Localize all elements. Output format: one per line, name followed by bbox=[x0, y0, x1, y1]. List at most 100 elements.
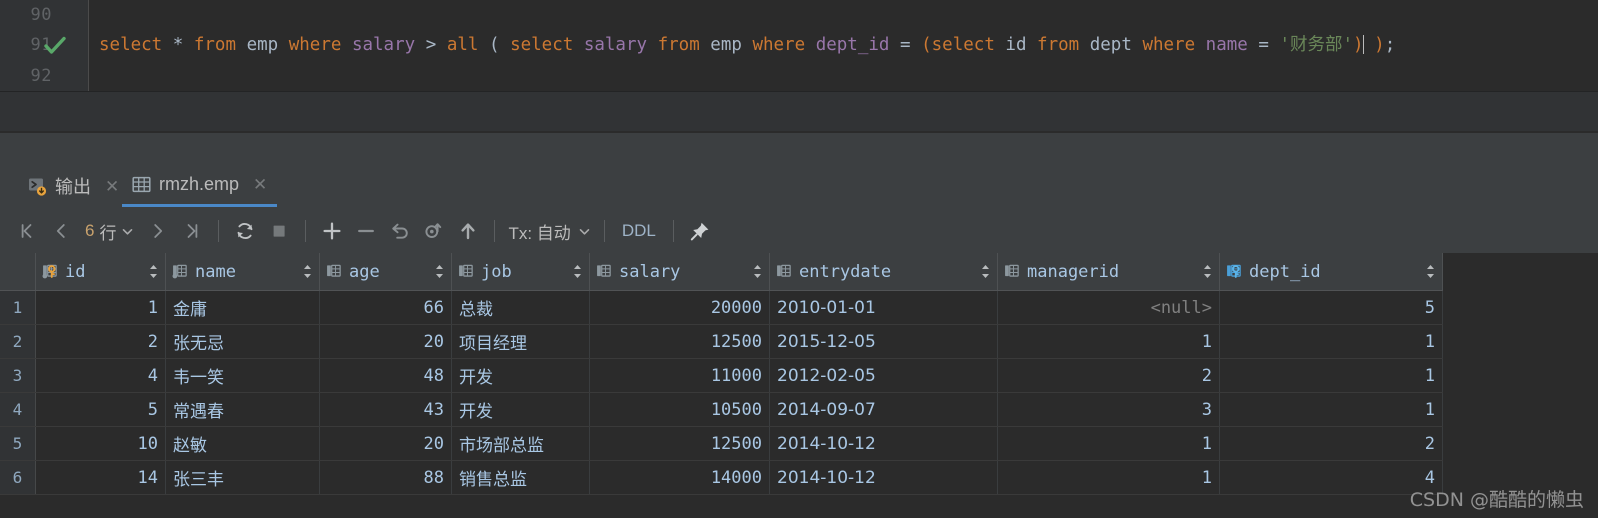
column-header-age[interactable]: age bbox=[320, 253, 452, 290]
first-page-button[interactable] bbox=[10, 214, 44, 248]
submit-button[interactable] bbox=[451, 214, 485, 248]
table-row[interactable]: 6 14 张三丰 88 销售总监 14000 2014-10-12 1 4 bbox=[0, 461, 1443, 495]
cell-job[interactable]: 销售总监 bbox=[452, 461, 590, 494]
cell-salary[interactable]: 10500 bbox=[590, 393, 770, 426]
cell-age[interactable]: 48 bbox=[320, 359, 452, 392]
cell-id[interactable]: 5 bbox=[36, 393, 166, 426]
sort-toggle-icon[interactable] bbox=[1202, 264, 1213, 279]
column-header-job[interactable]: job bbox=[452, 253, 590, 290]
cell-id[interactable]: 14 bbox=[36, 461, 166, 494]
cell-salary[interactable]: 11000 bbox=[590, 359, 770, 392]
row-number[interactable]: 6 bbox=[0, 461, 36, 494]
last-page-button[interactable] bbox=[175, 214, 209, 248]
cell-job[interactable]: 开发 bbox=[452, 393, 590, 426]
cell-salary[interactable]: 14000 bbox=[590, 461, 770, 494]
table-row[interactable]: 2 2 张无忌 20 项目经理 12500 2015-12-05 1 1 bbox=[0, 325, 1443, 359]
cell-age[interactable]: 66 bbox=[320, 291, 452, 324]
column-header-salary[interactable]: salary bbox=[590, 253, 770, 290]
tab-output[interactable]: 输出 ✕ bbox=[18, 165, 129, 207]
sort-toggle-icon[interactable] bbox=[148, 264, 159, 279]
cell-entrydate[interactable]: 2014-10-12 bbox=[770, 461, 998, 494]
cell-entrydate[interactable]: 2014-09-07 bbox=[770, 393, 998, 426]
revert-selected-button[interactable] bbox=[417, 214, 451, 248]
table-row[interactable]: 4 5 常遇春 43 开发 10500 2014-09-07 3 1 bbox=[0, 393, 1443, 427]
cell-dept_id[interactable]: 2 bbox=[1220, 427, 1443, 460]
reload-button[interactable] bbox=[228, 214, 262, 248]
add-row-button[interactable] bbox=[315, 214, 349, 248]
pin-tab-button[interactable] bbox=[683, 214, 717, 248]
cell-age[interactable]: 20 bbox=[320, 427, 452, 460]
grid-header-gutter[interactable] bbox=[0, 253, 36, 290]
cell-entrydate[interactable]: 2012-02-05 bbox=[770, 359, 998, 392]
table-row[interactable]: 3 4 韦一笑 48 开发 11000 2012-02-05 2 1 bbox=[0, 359, 1443, 393]
cell-name[interactable]: 常遇春 bbox=[166, 393, 320, 426]
row-number[interactable]: 1 bbox=[0, 291, 36, 324]
cell-entrydate[interactable]: 2015-12-05 bbox=[770, 325, 998, 358]
cell-name[interactable]: 韦一笑 bbox=[166, 359, 320, 392]
cell-salary[interactable]: 20000 bbox=[590, 291, 770, 324]
cell-job[interactable]: 开发 bbox=[452, 359, 590, 392]
column-header-managerid[interactable]: managerid bbox=[998, 253, 1220, 290]
cell-id[interactable]: 4 bbox=[36, 359, 166, 392]
cell-dept_id[interactable]: 1 bbox=[1220, 325, 1443, 358]
cell-dept_id[interactable]: 5 bbox=[1220, 291, 1443, 324]
cell-id[interactable]: 10 bbox=[36, 427, 166, 460]
sort-toggle-icon[interactable] bbox=[302, 264, 313, 279]
cell-managerid[interactable]: 1 bbox=[998, 461, 1220, 494]
cell-dept_id[interactable]: 4 bbox=[1220, 461, 1443, 494]
next-page-button[interactable] bbox=[141, 214, 175, 248]
sql-statement[interactable]: select * from emp where salary > all ( s… bbox=[99, 33, 1395, 57]
sort-toggle-icon[interactable] bbox=[434, 264, 445, 279]
cell-age[interactable]: 88 bbox=[320, 461, 452, 494]
row-number[interactable]: 5 bbox=[0, 427, 36, 460]
cell-job[interactable]: 项目经理 bbox=[452, 325, 590, 358]
cell-age[interactable]: 20 bbox=[320, 325, 452, 358]
cell-managerid[interactable]: 1 bbox=[998, 325, 1220, 358]
row-number[interactable]: 2 bbox=[0, 325, 36, 358]
transaction-mode-selector[interactable]: Tx: 自动 bbox=[504, 219, 594, 244]
cell-id[interactable]: 1 bbox=[36, 291, 166, 324]
cell-entrydate[interactable]: 2010-01-01 bbox=[770, 291, 998, 324]
column-header-name[interactable]: name bbox=[166, 253, 320, 290]
stop-button[interactable] bbox=[262, 214, 296, 248]
sort-toggle-icon[interactable] bbox=[980, 264, 991, 279]
row-count-selector[interactable]: 6行 bbox=[78, 219, 141, 244]
table-row[interactable]: 5 10 赵敏 20 市场部总监 12500 2014-10-12 1 2 bbox=[0, 427, 1443, 461]
close-icon[interactable]: ✕ bbox=[253, 176, 267, 193]
column-header-id[interactable]: id bbox=[36, 253, 166, 290]
cell-managerid[interactable]: 1 bbox=[998, 427, 1220, 460]
result-grid[interactable]: id name age job salary entrydate managerid dept… bbox=[0, 253, 1598, 518]
sort-toggle-icon[interactable] bbox=[572, 264, 583, 279]
table-row[interactable]: 1 1 金庸 66 总裁 20000 2010-01-01 <null> 5 bbox=[0, 291, 1443, 325]
editor-code-area[interactable]: select * from emp where salary > all ( s… bbox=[89, 0, 1598, 92]
prev-page-button[interactable] bbox=[44, 214, 78, 248]
editor-gutter[interactable]: 90 91 92 bbox=[0, 0, 89, 92]
cell-salary[interactable]: 12500 bbox=[590, 427, 770, 460]
cell-entrydate[interactable]: 2014-10-12 bbox=[770, 427, 998, 460]
cell-id[interactable]: 2 bbox=[36, 325, 166, 358]
row-number[interactable]: 4 bbox=[0, 393, 36, 426]
cell-name[interactable]: 张三丰 bbox=[166, 461, 320, 494]
cell-age[interactable]: 43 bbox=[320, 393, 452, 426]
cell-salary[interactable]: 12500 bbox=[590, 325, 770, 358]
cell-managerid[interactable]: 3 bbox=[998, 393, 1220, 426]
cell-job[interactable]: 市场部总监 bbox=[452, 427, 590, 460]
row-number[interactable]: 3 bbox=[0, 359, 36, 392]
delete-row-button[interactable] bbox=[349, 214, 383, 248]
column-header-dept_id[interactable]: dept_id bbox=[1220, 253, 1443, 290]
cell-job[interactable]: 总裁 bbox=[452, 291, 590, 324]
cell-name[interactable]: 张无忌 bbox=[166, 325, 320, 358]
cell-managerid[interactable]: 2 bbox=[998, 359, 1220, 392]
cell-name[interactable]: 赵敏 bbox=[166, 427, 320, 460]
cell-managerid[interactable]: <null> bbox=[998, 291, 1220, 324]
cell-dept_id[interactable]: 1 bbox=[1220, 393, 1443, 426]
close-icon[interactable]: ✕ bbox=[105, 178, 119, 195]
green-check-icon[interactable] bbox=[44, 36, 66, 56]
cell-dept_id[interactable]: 1 bbox=[1220, 359, 1443, 392]
ddl-button[interactable]: DDL bbox=[614, 214, 664, 248]
column-header-entrydate[interactable]: entrydate bbox=[770, 253, 998, 290]
revert-button[interactable] bbox=[383, 214, 417, 248]
cell-name[interactable]: 金庸 bbox=[166, 291, 320, 324]
sort-toggle-icon[interactable] bbox=[752, 264, 763, 279]
sort-toggle-icon[interactable] bbox=[1425, 264, 1436, 279]
